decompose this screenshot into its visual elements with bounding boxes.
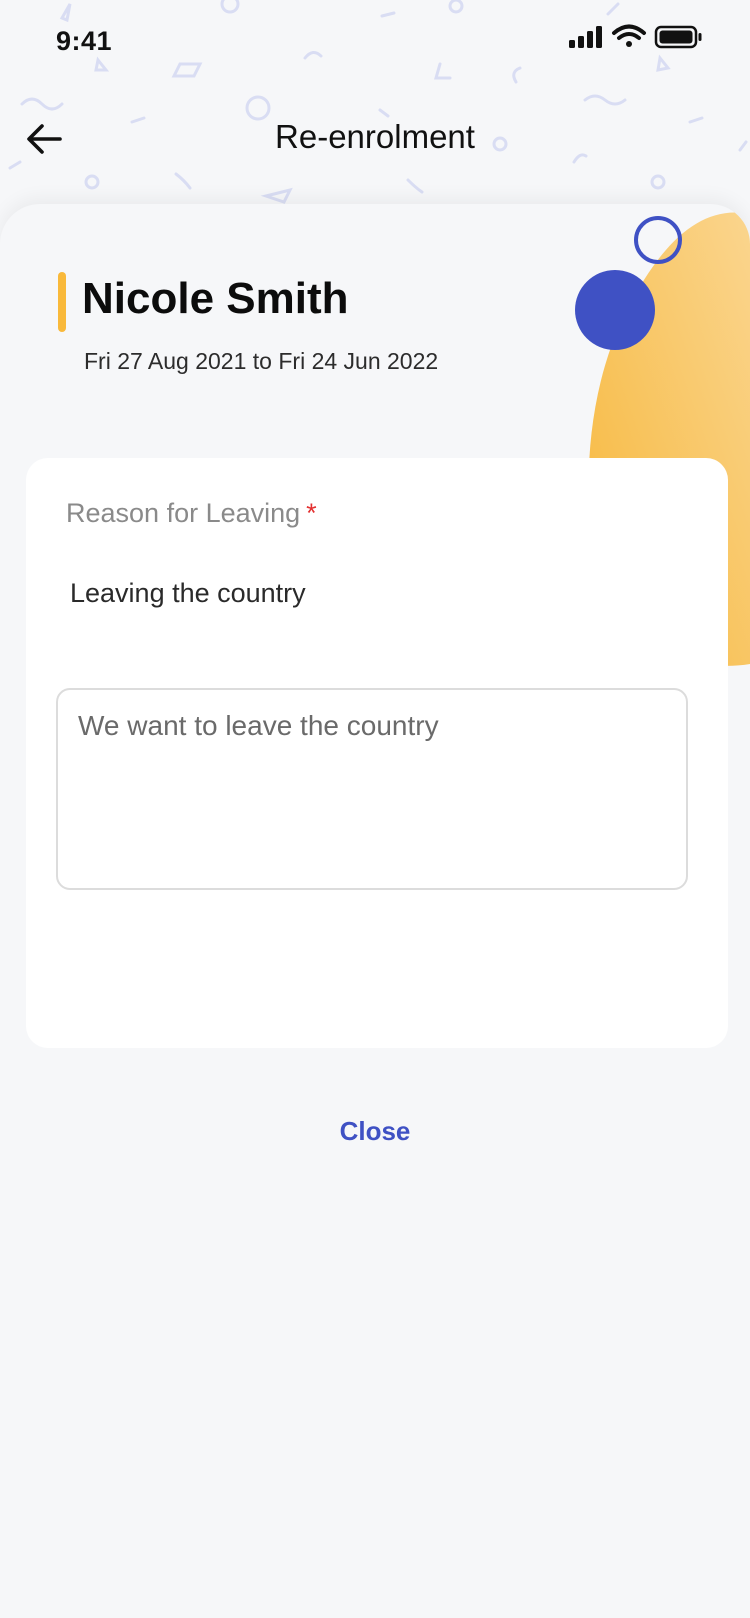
notes-textarea[interactable]: We want to leave the country: [56, 688, 688, 890]
battery-icon: [654, 25, 702, 49]
enrolment-date-range: Fri 27 Aug 2021 to Fri 24 Jun 2022: [84, 348, 439, 374]
page-title: Re-enrolment: [275, 118, 475, 155]
reason-label: Reason for Leaving *: [66, 498, 317, 529]
content-sheet: Nicole Smith Fri 27 Aug 2021 to Fri 24 J…: [0, 204, 750, 1618]
required-indicator: *: [306, 498, 317, 528]
form-card: Reason for Leaving * Leaving the country …: [26, 458, 728, 1048]
notes-text: We want to leave the country: [78, 710, 439, 741]
signal-icon: [569, 26, 602, 48]
accent-bar: [58, 272, 66, 332]
status-time: 9:41: [56, 26, 113, 56]
status-icons: [569, 24, 702, 49]
close-button[interactable]: Close: [0, 1116, 750, 1147]
navigation-header: Re-enrolment: [0, 100, 750, 180]
status-bar: 9:41: [0, 0, 750, 80]
reason-label-text: Reason for Leaving: [66, 498, 301, 528]
reason-select[interactable]: Leaving the country: [70, 578, 306, 609]
student-name: Nicole Smith: [82, 274, 349, 323]
wifi-icon: [612, 24, 646, 47]
